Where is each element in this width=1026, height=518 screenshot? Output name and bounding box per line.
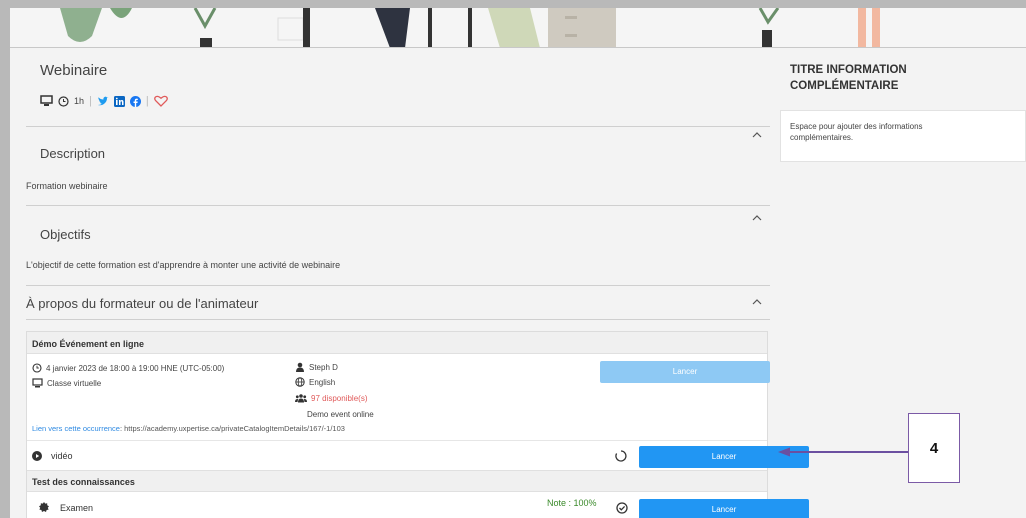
sidebar-info-box: Espace pour ajouter des informations com…	[780, 110, 1026, 162]
linkedin-icon[interactable]	[113, 95, 125, 107]
page: Webinaire 1h | | Description Formation w…	[10, 8, 1026, 518]
objectives-title: Objectifs	[40, 227, 91, 242]
event-name: Demo event online	[307, 410, 374, 419]
divider	[26, 126, 770, 127]
trainer-row: Steph D	[295, 362, 338, 372]
monitor-icon	[32, 378, 43, 388]
spinner-icon	[615, 450, 627, 462]
badge-icon	[39, 502, 49, 512]
occurrence-link-row: Lien vers cette occurrence: https://acad…	[32, 424, 345, 433]
exam-label: Examen	[60, 503, 94, 513]
divider	[26, 319, 770, 320]
exam-score: Note : 100%	[547, 498, 597, 508]
event-launch-button[interactable]: Lancer	[600, 361, 770, 383]
duration-text: 1h	[74, 96, 85, 106]
event-card: Démo Événement en ligne 4 janvier 2023 d…	[26, 331, 809, 518]
facebook-icon[interactable]	[129, 95, 141, 107]
group-icon	[295, 394, 307, 403]
event-header: Démo Événement en ligne	[27, 332, 767, 354]
banner-illustration	[60, 8, 880, 47]
divider	[26, 205, 770, 206]
person-icon	[296, 362, 304, 372]
occurrence-link[interactable]: Lien vers cette occurrence	[32, 424, 120, 433]
about-trainer-title[interactable]: À propos du formateur ou de l'animateur	[26, 296, 258, 311]
chevron-up-icon[interactable]	[752, 132, 762, 138]
divider: |	[89, 95, 92, 107]
callout-box: 4	[908, 413, 960, 483]
clock-icon	[58, 95, 69, 107]
twitter-icon[interactable]	[97, 96, 109, 107]
event-format-row: Classe virtuelle	[32, 378, 101, 388]
chevron-up-icon[interactable]	[752, 215, 762, 221]
exam-row: Examen Note : 100% Lancer	[27, 492, 809, 518]
event-date: 4 janvier 2023 de 18:00 à 19:00 HNE (UTC…	[46, 363, 225, 373]
callout-arrow	[778, 447, 908, 457]
event-date-row: 4 janvier 2023 de 18:00 à 19:00 HNE (UTC…	[32, 363, 224, 373]
play-icon[interactable]	[32, 451, 42, 461]
language-row: English	[295, 377, 335, 387]
occurrence-url: : https://academy.uxpertise.ca/privateCa…	[119, 424, 345, 433]
clock-icon	[32, 363, 42, 373]
callout-number: 4	[929, 439, 939, 457]
description-body: Formation webinaire	[26, 181, 108, 191]
language: English	[309, 377, 336, 387]
divider	[26, 285, 770, 286]
video-label: vidéo	[51, 451, 73, 461]
globe-icon	[295, 377, 305, 387]
course-meta-row: 1h | |	[40, 92, 168, 110]
description-title: Description	[40, 146, 106, 161]
event-format: Classe virtuelle	[47, 378, 102, 388]
knowledge-test-header: Test des connaissances	[27, 470, 767, 492]
main-content: Webinaire 1h | | Description Formation w…	[10, 48, 809, 518]
course-title: Webinaire	[40, 62, 108, 79]
sidebar-title: TITRE INFORMATION COMPLÉMENTAIRE	[790, 64, 907, 92]
check-circle-icon	[616, 502, 628, 514]
heart-icon[interactable]	[153, 95, 168, 107]
video-row: vidéo Lancer	[27, 440, 809, 470]
hero-banner	[10, 8, 1026, 48]
availability-row: 97 disponible(s)	[295, 393, 367, 403]
monitor-icon	[40, 95, 53, 106]
sidebar-text: Espace pour ajouter des informations com…	[790, 122, 923, 142]
chevron-up-icon[interactable]	[752, 299, 762, 305]
availability: 97 disponible(s)	[311, 393, 368, 403]
divider: |	[145, 95, 149, 107]
trainer-name: Steph D	[309, 362, 338, 372]
objectives-body: L'objectif de cette formation est d'appr…	[26, 260, 341, 270]
